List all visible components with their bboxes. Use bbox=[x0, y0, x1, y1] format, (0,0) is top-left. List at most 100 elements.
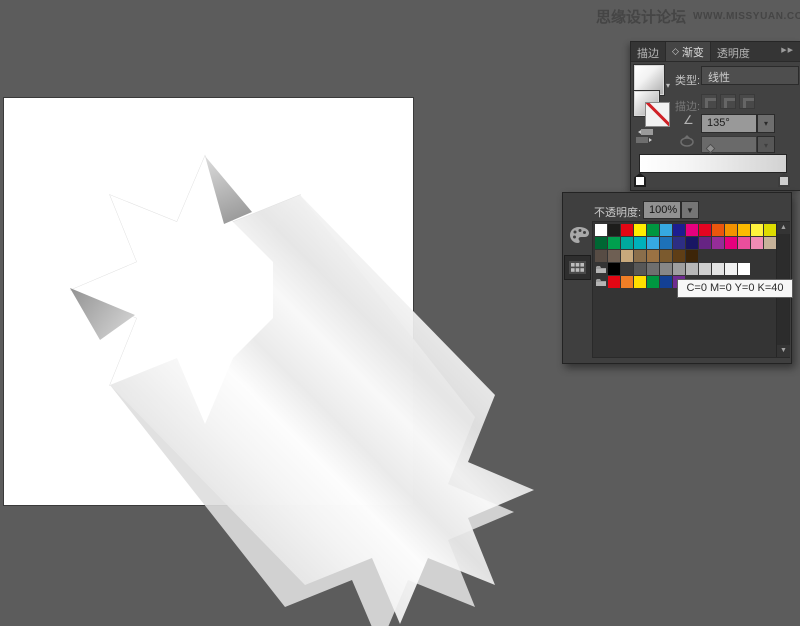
color-swatch[interactable] bbox=[621, 263, 633, 275]
color-swatch[interactable] bbox=[647, 237, 659, 249]
color-swatch[interactable] bbox=[764, 224, 776, 236]
color-swatch[interactable] bbox=[673, 250, 685, 262]
color-swatch[interactable] bbox=[608, 237, 620, 249]
color-swatch[interactable] bbox=[647, 263, 659, 275]
color-swatch[interactable] bbox=[634, 263, 646, 275]
watermark-title: 思缘设计论坛 bbox=[596, 9, 687, 26]
panel-tab-bar: 描边 ◇ 渐变 透明度 ▶▶ bbox=[631, 42, 800, 62]
swatch-folder-icon[interactable] bbox=[595, 276, 607, 288]
angle-dropdown-button[interactable]: ▾ bbox=[757, 114, 775, 133]
opacity-dropdown-button[interactable]: ▼ bbox=[681, 201, 699, 219]
swatch-folder-icon[interactable] bbox=[595, 263, 607, 275]
gradient-tab-icon: ◇ bbox=[672, 46, 679, 56]
color-swatch[interactable] bbox=[608, 224, 620, 236]
color-swatch[interactable] bbox=[673, 237, 685, 249]
color-swatch[interactable] bbox=[660, 224, 672, 236]
gradient-stop-left[interactable] bbox=[634, 173, 646, 187]
scroll-down-icon[interactable]: ▼ bbox=[777, 345, 790, 357]
swatch-row bbox=[595, 250, 789, 262]
color-swatch[interactable] bbox=[634, 250, 646, 262]
reverse-gradient-icon[interactable] bbox=[635, 128, 655, 144]
gradient-stop-left-swatch bbox=[634, 173, 646, 187]
color-swatch[interactable] bbox=[647, 224, 659, 236]
swatches-view-button[interactable] bbox=[564, 255, 591, 280]
gradient-stop-right[interactable] bbox=[778, 173, 790, 187]
opacity-input[interactable]: 100% bbox=[643, 201, 681, 219]
color-swatch[interactable] bbox=[595, 250, 607, 262]
tab-transparency[interactable]: 透明度 bbox=[711, 42, 756, 61]
color-swatch[interactable] bbox=[673, 263, 685, 275]
color-swatch[interactable] bbox=[595, 224, 607, 236]
type-label: 类型: bbox=[675, 75, 701, 87]
color-swatch[interactable] bbox=[621, 276, 633, 288]
color-swatch[interactable] bbox=[725, 224, 737, 236]
gradient-stop-color-popup: 不透明度: 100% ▼ ▲ ▼ C=0 M=0 Y=0 K=40 bbox=[562, 192, 793, 364]
swatch-row bbox=[595, 237, 789, 249]
gradient-bar[interactable] bbox=[639, 154, 787, 173]
stroke-along-button[interactable] bbox=[720, 94, 736, 109]
color-swatch[interactable] bbox=[712, 263, 724, 275]
swatch-grid-icon bbox=[569, 261, 586, 274]
color-swatch[interactable] bbox=[608, 276, 620, 288]
color-swatch[interactable] bbox=[647, 250, 659, 262]
color-swatch[interactable] bbox=[751, 237, 763, 249]
color-swatch[interactable] bbox=[634, 224, 646, 236]
color-swatch[interactable] bbox=[725, 263, 737, 275]
gradient-panel: 描边 ◇ 渐变 透明度 ▶▶ ▾ 类型: 线性 描边: ∠ 135° ▾ ▾ bbox=[630, 41, 800, 191]
stroke-across-button[interactable] bbox=[739, 94, 755, 109]
color-swatch[interactable] bbox=[686, 224, 698, 236]
color-swatch[interactable] bbox=[634, 237, 646, 249]
aspect-dropdown-button: ▾ bbox=[757, 136, 775, 153]
tab-gradient-label: 渐变 bbox=[681, 46, 704, 59]
color-swatch[interactable] bbox=[738, 263, 750, 275]
stroke-within-button[interactable] bbox=[701, 94, 717, 109]
color-swatch[interactable] bbox=[699, 263, 711, 275]
fill-stroke-indicator[interactable] bbox=[633, 92, 673, 132]
color-swatch[interactable] bbox=[699, 224, 711, 236]
color-swatch[interactable] bbox=[712, 224, 724, 236]
scroll-up-icon[interactable]: ▲ bbox=[777, 222, 790, 234]
color-swatch[interactable] bbox=[751, 224, 763, 236]
watermark-site: WWW.MISSYUAN.COM bbox=[693, 11, 800, 22]
gradient-stop-right-swatch bbox=[778, 173, 790, 187]
stroke-proxy-none[interactable] bbox=[646, 103, 669, 126]
stroke-label: 描边: bbox=[675, 101, 701, 113]
color-tooltip: C=0 M=0 Y=0 K=40 bbox=[677, 279, 793, 298]
color-swatch[interactable] bbox=[608, 250, 620, 262]
gradient-thumbnail[interactable] bbox=[635, 66, 663, 94]
color-swatch[interactable] bbox=[699, 237, 711, 249]
color-swatch[interactable] bbox=[764, 237, 776, 249]
gradient-type-select[interactable]: 线性 bbox=[701, 66, 799, 85]
tab-stroke[interactable]: 描边 bbox=[631, 42, 665, 61]
color-swatch[interactable] bbox=[686, 250, 698, 262]
color-swatch[interactable] bbox=[621, 224, 633, 236]
color-swatch[interactable] bbox=[647, 276, 659, 288]
color-swatch[interactable] bbox=[660, 250, 672, 262]
color-swatch[interactable] bbox=[738, 224, 750, 236]
panel-expand-icon[interactable]: ▶▶ bbox=[781, 42, 800, 61]
color-swatch[interactable] bbox=[660, 276, 672, 288]
gradient-thumbnail-arrow-icon[interactable]: ▾ bbox=[666, 81, 670, 90]
color-swatch[interactable] bbox=[725, 237, 737, 249]
angle-icon: ∠ bbox=[683, 113, 694, 127]
tab-gradient[interactable]: ◇ 渐变 bbox=[665, 42, 711, 61]
aspect-ratio-icon bbox=[680, 135, 694, 147]
color-swatch[interactable] bbox=[738, 237, 750, 249]
color-swatch[interactable] bbox=[621, 250, 633, 262]
color-swatch[interactable] bbox=[608, 263, 620, 275]
color-swatch[interactable] bbox=[621, 237, 633, 249]
color-swatch[interactable] bbox=[673, 224, 685, 236]
swatch-row bbox=[595, 224, 789, 236]
color-swatch[interactable] bbox=[595, 237, 607, 249]
color-swatch[interactable] bbox=[686, 237, 698, 249]
color-swatch[interactable] bbox=[660, 237, 672, 249]
color-swatch[interactable] bbox=[634, 276, 646, 288]
application-window: 思缘设计论坛 WWW.MISSYUAN.COM 描边 ◇ 渐变 透明度 ▶▶ ▾… bbox=[0, 0, 800, 626]
color-swatch[interactable] bbox=[686, 263, 698, 275]
stroke-gradient-buttons bbox=[701, 94, 755, 109]
color-mixer-icon[interactable] bbox=[569, 226, 590, 244]
angle-input[interactable]: 135° bbox=[701, 114, 757, 133]
color-swatch[interactable] bbox=[712, 237, 724, 249]
color-swatch[interactable] bbox=[660, 263, 672, 275]
opacity-label: 不透明度: bbox=[594, 207, 642, 219]
